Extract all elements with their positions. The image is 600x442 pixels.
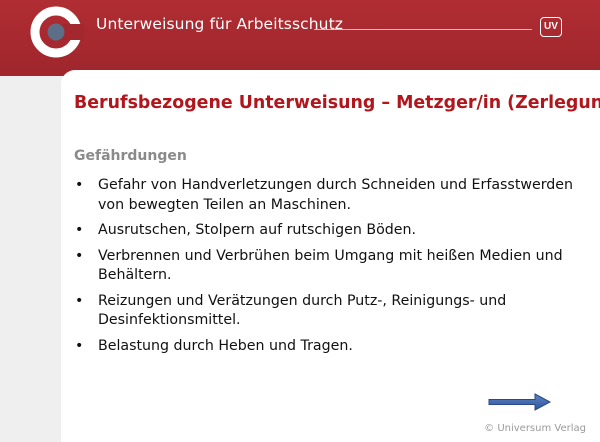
next-arrow-icon[interactable] <box>488 393 552 411</box>
hazard-list: • Gefahr von Handverletzungen durch Schn… <box>74 176 584 362</box>
list-item-text: Ausrutschen, Stolpern auf rutschigen Böd… <box>98 222 416 238</box>
uv-badge-icon: UV <box>540 17 562 37</box>
copyright-text: © Universum Verlag <box>484 423 586 434</box>
bullet-icon: • <box>75 337 84 354</box>
list-item: • Verbrennen und Verbrühen beim Umgang m… <box>74 247 584 286</box>
bullet-icon: • <box>75 222 84 238</box>
header-title: Unterweisung für Arbeitsschutz <box>96 15 344 33</box>
list-item: • Gefahr von Handverletzungen durch Schn… <box>74 176 584 215</box>
uv-badge-label: UV <box>544 21 558 32</box>
list-item-text: Gefahr von Handverletzungen durch Schnei… <box>98 177 574 213</box>
header-bar: Unterweisung für Arbeitsschutz UV <box>0 0 600 76</box>
bullet-icon: • <box>75 177 84 193</box>
header-divider <box>314 29 532 30</box>
list-item: • Belastung durch Heben und Tragen. <box>74 337 584 357</box>
list-item-text: Verbrennen und Verbrühen beim Umgang mit… <box>98 247 563 284</box>
list-item-text: Belastung durch Heben und Tragen. <box>98 337 353 354</box>
list-item: • Ausrutschen, Stolpern auf rutschigen B… <box>74 221 584 241</box>
section-heading: Gefährdungen <box>74 148 187 164</box>
bullet-icon: • <box>75 247 84 264</box>
universum-logo-icon <box>30 6 84 58</box>
bullet-icon: • <box>75 292 84 309</box>
list-item: • Reizungen und Verätzungen durch Putz-,… <box>74 292 584 331</box>
slide-title: Berufsbezogene Unterweisung – Metzger/in… <box>74 93 600 113</box>
list-item-text: Reizungen und Verätzungen durch Putz-, R… <box>98 292 507 329</box>
